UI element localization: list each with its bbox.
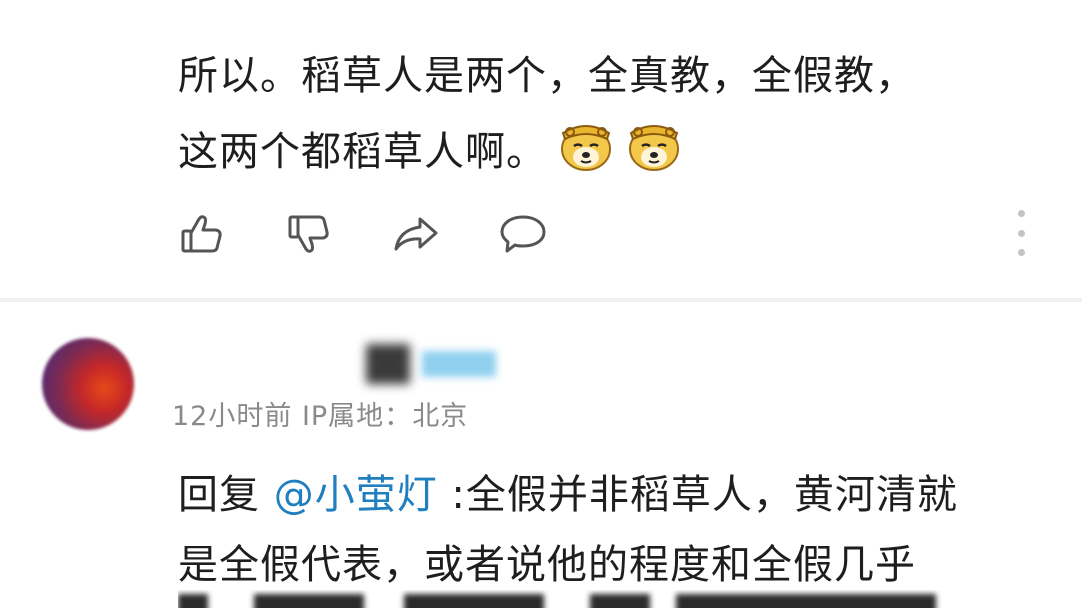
comment-card: 12小时前 IP属地：北京 回复 @小萤灯 :全假并非稻草人，黄河清就 是全假代…: [0, 302, 1082, 608]
like-icon: [181, 215, 222, 253]
username-redaction: [422, 351, 496, 377]
share-icon: [394, 217, 438, 251]
comment-icon: [500, 215, 546, 253]
doge-monkey-king-emoji: [561, 125, 611, 171]
comment-text-line: 这两个都稻草人啊。: [178, 114, 1018, 190]
username-redaction: [366, 344, 410, 384]
dislike-button[interactable]: [283, 208, 335, 260]
cutoff-text-fragment: [254, 594, 364, 608]
cutoff-text-fragment: [404, 594, 544, 608]
cutoff-text-fragment: [178, 594, 208, 608]
more-vertical-icon: [1017, 249, 1025, 256]
reply-label: 回复: [178, 472, 274, 518]
doge-monkey-king-emoji: [629, 125, 679, 171]
comment-timestamp-ip: 12小时前 IP属地：: [172, 401, 413, 432]
comment-text: 回复 @小萤灯 :全假并非稻草人，黄河清就 是全假代表，或者说他的程度和全假几乎: [178, 460, 1058, 600]
avatar[interactable]: [42, 338, 134, 430]
share-button[interactable]: [390, 208, 442, 260]
comment-text-segment: 这两个都稻草人啊。: [178, 129, 547, 175]
mention-link[interactable]: @小萤灯: [274, 472, 438, 518]
comment-button[interactable]: [497, 208, 549, 260]
more-vertical-icon: [1017, 210, 1025, 217]
comment-text: 所以。稻草人是两个，全真教，全假教， 这两个都稻草人啊。: [178, 38, 1018, 190]
comment-text-line-cutoff: [178, 590, 1058, 608]
comment-actions: [176, 206, 604, 262]
comment-card: 所以。稻草人是两个，全真教，全假教， 这两个都稻草人啊。: [0, 0, 1082, 298]
comment-text-line: 回复 @小萤灯 :全假并非稻草人，黄河清就: [178, 460, 1058, 530]
cutoff-text-fragment: [676, 594, 936, 608]
comment-meta: 12小时前 IP属地：北京: [172, 394, 468, 433]
cutoff-text-fragment: [590, 594, 650, 608]
more-options-button[interactable]: [1008, 210, 1034, 256]
comment-location: 北京: [412, 401, 469, 432]
comment-feed: 所以。稻草人是两个，全真教，全假教， 这两个都稻草人啊。 12小时前 IP属地：…: [0, 0, 1082, 608]
comment-text-line: 所以。稻草人是两个，全真教，全假教，: [178, 53, 916, 99]
like-button[interactable]: [176, 208, 228, 260]
dislike-icon: [288, 215, 329, 253]
username-blurred[interactable]: [366, 342, 496, 386]
more-vertical-icon: [1017, 229, 1025, 237]
comment-text-segment: :全假并非稻草人，黄河清就: [437, 472, 958, 518]
